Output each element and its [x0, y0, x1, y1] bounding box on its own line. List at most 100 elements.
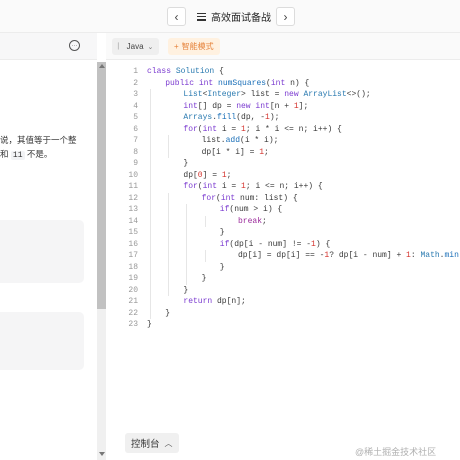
code-line[interactable]: 22} — [106, 308, 460, 320]
watermark: @稀土掘金技术社区 — [355, 447, 437, 457]
list-menu-icon — [197, 12, 206, 21]
code-line[interactable]: 15} — [106, 227, 460, 239]
line-number: 17 — [128, 251, 138, 260]
console-label: 控制台 — [131, 439, 160, 450]
code-text: return dp[n]; — [183, 297, 246, 306]
code-line[interactable]: 7 list.add(i * i); — [106, 135, 460, 147]
line-number: 12 — [128, 193, 138, 203]
code-line[interactable]: 1 class Solution { — [106, 66, 460, 78]
code-text: if(dp[i - num] != -1) { — [219, 239, 331, 249]
code-text: dp[i] = dp[i] == -1? dp[i - num] + 1: Ma… — [238, 251, 460, 260]
line-number: 11 — [128, 182, 138, 191]
code-line[interactable]: 14 break; — [106, 216, 460, 228]
code-line[interactable]: 3 List<Integer> list = new ArrayList<>(); — [106, 89, 460, 101]
code-text: dp[0] = 1; — [183, 170, 232, 180]
line-number: 23 — [128, 320, 138, 329]
code-line[interactable]: 21 return dp[n]; — [106, 296, 460, 308]
line-number: 7 — [133, 136, 138, 145]
code-text: if(num > i) { — [219, 205, 283, 214]
example-card — [0, 220, 84, 283]
code-line[interactable]: 8 dp[i * i] = 1; — [106, 147, 460, 159]
chevron-left-icon: ‹ — [174, 9, 179, 24]
question-list-title[interactable]: 高效面试备战 — [197, 9, 271, 24]
code-text: Arrays.fill(dp, -1); — [183, 113, 280, 122]
line-number: 1 — [133, 67, 138, 76]
code-text: } — [165, 308, 170, 318]
code-text: } — [219, 262, 225, 272]
code-line[interactable]: 18} — [106, 262, 460, 274]
code-line[interactable]: 23} — [106, 319, 460, 331]
code-text: List<Integer> list = new ArrayList<>(); — [183, 90, 371, 99]
line-number: 15 — [128, 228, 138, 237]
prev-question-button[interactable]: ‹ — [167, 7, 186, 26]
more-options-icon[interactable]: ··· — [69, 40, 80, 51]
code-text: public int numSquares(int n) { — [165, 78, 310, 88]
problem-panel-header — [0, 33, 97, 60]
code-line[interactable]: 13 if(num > i) { — [106, 204, 460, 216]
console-toggle-button[interactable]: 控制台 ︿ — [125, 433, 179, 453]
line-number: 8 — [133, 147, 138, 157]
language-label: Java — [126, 42, 144, 51]
chevron-down-icon: ⌄ — [147, 43, 154, 51]
plus-icon: + — [174, 42, 179, 51]
description-line-1: 说，其值等于一个整 — [0, 135, 77, 145]
code-editor[interactable]: 1 class Solution { 2 public int numSquares(… — [106, 61, 460, 425]
code-text: } — [219, 228, 225, 237]
line-number: 20 — [128, 285, 138, 295]
line-number: 3 — [133, 90, 138, 99]
line-number: 19 — [128, 274, 138, 283]
code-text: } — [183, 285, 189, 295]
code-line[interactable]: 10 dp[0] = 1; — [106, 170, 460, 182]
code-line[interactable]: 12 for(int num: list) { — [106, 193, 460, 205]
line-number: 14 — [128, 216, 138, 226]
smart-mode-button[interactable]: + 智能模式 — [168, 38, 220, 55]
code-text: break; — [238, 216, 267, 226]
code-text: for(int i = 1; i * i <= n; i++) { — [183, 124, 342, 134]
code-line[interactable]: 20} — [106, 285, 460, 297]
line-number: 10 — [128, 170, 138, 180]
code-line[interactable]: 17 dp[i] = dp[i] == -1? dp[i - num] + 1: … — [106, 250, 460, 262]
code-line[interactable]: 9} — [106, 158, 460, 170]
description-line-2: 和 11 不是。 — [0, 149, 53, 160]
code-text: int[] dp = new int[n + 1]; — [183, 101, 309, 111]
line-number: 2 — [133, 78, 138, 88]
code-text: class Solution { — [147, 67, 224, 76]
code-text: } — [201, 274, 207, 283]
line-number: 21 — [128, 297, 138, 306]
line-number: 22 — [128, 308, 138, 318]
code-text: } — [147, 320, 152, 329]
code-line[interactable]: 11 for(int i = 1; i <= n; i++) { — [106, 181, 460, 193]
scroll-up-icon[interactable] — [99, 64, 105, 68]
line-number: 18 — [128, 262, 138, 272]
code-text: list.add(i * i); — [201, 136, 279, 145]
scroll-down-icon[interactable] — [99, 452, 105, 456]
page-title: 高效面试备战 — [211, 13, 271, 24]
code-line[interactable]: 2 public int numSquares(int n) { — [106, 78, 460, 90]
line-number: 4 — [133, 101, 138, 111]
line-number: 6 — [133, 124, 138, 134]
code-line[interactable]: 4 int[] dp = new int[n + 1]; — [106, 101, 460, 113]
chevron-right-icon: › — [283, 9, 288, 24]
inline-code: 11 — [10, 151, 25, 160]
scrollbar-thumb[interactable] — [97, 62, 106, 309]
code-line[interactable]: 19} — [106, 273, 460, 285]
line-number: 13 — [128, 205, 138, 214]
code-line[interactable]: 5 Arrays.fill(dp, -1); — [106, 112, 460, 124]
editor-toolbar — [106, 33, 460, 60]
language-icon: ▏ — [118, 44, 123, 50]
code-line[interactable]: 6 for(int i = 1; i * i <= n; i++) { — [106, 124, 460, 136]
chevron-up-icon: ︿ — [164, 438, 173, 448]
problem-description: 说，其值等于一个整 和 11 不是。 — [0, 133, 97, 163]
smart-mode-label: 智能模式 — [181, 42, 214, 51]
code-text: for(int num: list) { — [201, 193, 298, 203]
line-number: 9 — [133, 159, 138, 168]
line-number: 5 — [133, 113, 138, 122]
code-line[interactable]: 16 if(dp[i - num] != -1) { — [106, 239, 460, 251]
line-number: 16 — [128, 239, 138, 249]
example-card — [0, 312, 84, 370]
code-text: for(int i = 1; i <= n; i++) { — [183, 182, 323, 191]
code-text: dp[i * i] = 1; — [201, 147, 269, 157]
code-text: } — [183, 159, 189, 168]
next-question-button[interactable]: › — [276, 7, 295, 26]
language-select[interactable]: ▏ Java ⌄ — [112, 38, 160, 55]
